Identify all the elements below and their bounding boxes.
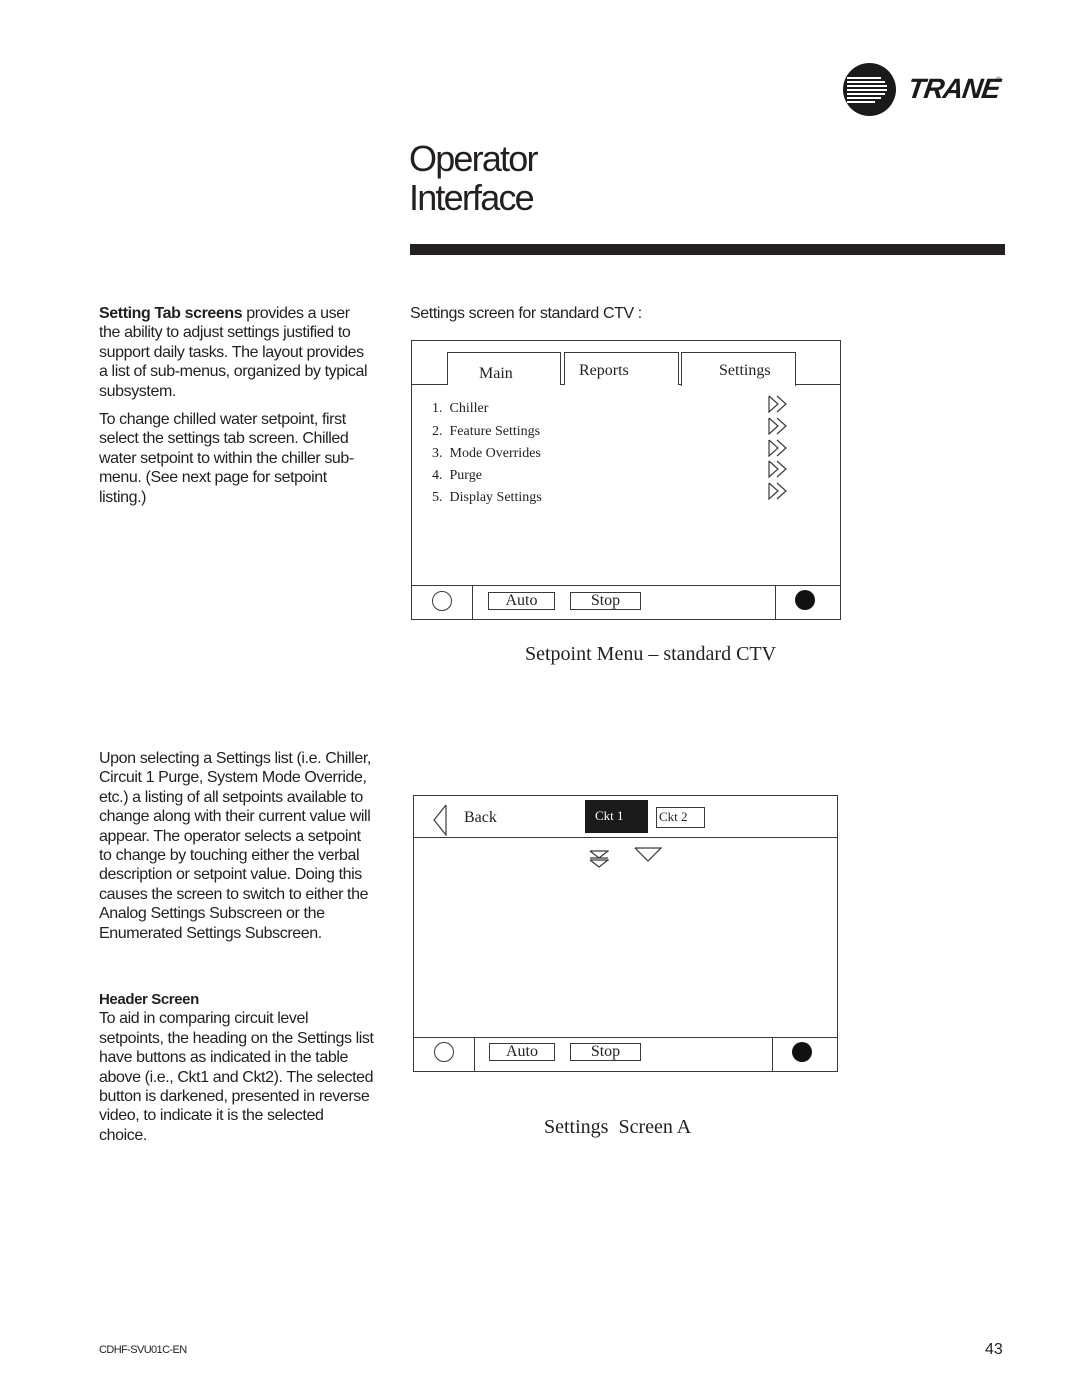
auto-button[interactable]: Auto <box>489 1043 555 1061</box>
back-arrow-icon[interactable] <box>432 804 448 836</box>
menu-item-chiller[interactable]: 1. Chiller <box>432 401 488 417</box>
fast-forward-icon[interactable] <box>768 417 788 435</box>
empty-circle-icon[interactable] <box>434 1042 454 1062</box>
back-button[interactable]: Back <box>464 809 497 827</box>
menu-item-purge[interactable]: 4. Purge <box>432 468 482 484</box>
ckt2-label: Ckt 2 <box>659 809 688 824</box>
filled-circle-icon[interactable] <box>795 590 815 610</box>
tab-settings-label: Settings <box>719 362 771 379</box>
empty-circle-icon[interactable] <box>432 591 452 611</box>
header-screen-heading: Header Screen <box>99 991 199 1008</box>
page-title: Operator Interface <box>409 138 538 218</box>
document-code: CDHF-SVU01C-EN <box>99 1344 187 1356</box>
fast-forward-icon[interactable] <box>768 439 788 457</box>
page-title-line1: Operator <box>409 138 538 179</box>
figure1-caption: Setpoint Menu – standard CTV <box>525 643 777 665</box>
ckt1-label: Ckt 1 <box>595 808 624 823</box>
tab-reports-label: Reports <box>579 362 629 379</box>
intro-bold-term: Setting Tab screens <box>99 305 243 322</box>
figure2-caption: Settings Screen A <box>544 1116 692 1138</box>
page-down-icon[interactable] <box>589 849 609 869</box>
header-screen-section: Header Screen To aid in comparing circui… <box>99 990 374 1145</box>
figure1-intro: Settings screen for standard CTV : <box>410 305 642 322</box>
title-divider <box>410 244 1005 255</box>
fast-forward-icon[interactable] <box>768 395 788 413</box>
stop-button[interactable]: Stop <box>570 1043 641 1061</box>
brand-name: TRANE <box>905 73 1002 104</box>
tab-main[interactable]: Main <box>447 352 561 385</box>
filled-circle-icon[interactable] <box>792 1042 812 1062</box>
scroll-down-icon[interactable] <box>634 846 662 862</box>
fast-forward-icon[interactable] <box>768 460 788 478</box>
settings-list-text: Upon selecting a Settings list (i.e. Chi… <box>99 750 371 942</box>
stop-button[interactable]: Stop <box>570 592 641 610</box>
tab-main-label: Main <box>479 365 513 382</box>
page-number: 43 <box>985 1341 1003 1358</box>
header-screen-text: To aid in comparing circuit level setpoi… <box>99 1010 374 1144</box>
auto-button[interactable]: Auto <box>488 592 555 610</box>
chilled-water-text: To change chilled water setpoint, first … <box>99 411 354 506</box>
registered-mark: ® <box>996 77 1002 84</box>
menu-item-mode-overrides[interactable]: 3. Mode Overrides <box>432 446 541 462</box>
trane-logo-icon <box>843 63 896 116</box>
chilled-water-paragraph: To change chilled water setpoint, first … <box>99 410 374 507</box>
fast-forward-icon[interactable] <box>768 482 788 500</box>
menu-item-display-settings[interactable]: 5. Display Settings <box>432 490 542 506</box>
tab-settings[interactable]: Settings <box>681 352 796 386</box>
settings-list-paragraph: Upon selecting a Settings list (i.e. Chi… <box>99 749 374 943</box>
tab-reports[interactable]: Reports <box>564 352 679 385</box>
intro-paragraph: Setting Tab screens provides a user the … <box>99 304 374 401</box>
menu-item-feature-settings[interactable]: 2. Feature Settings <box>432 424 540 440</box>
page-title-line2: Interface <box>409 177 535 218</box>
ckt2-button[interactable]: Ckt 2 <box>656 807 705 828</box>
ckt1-button[interactable]: Ckt 1 <box>585 800 648 833</box>
